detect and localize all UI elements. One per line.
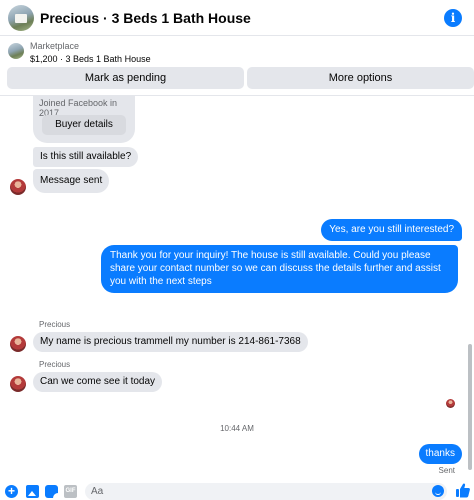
thread-scrollbar[interactable]: [468, 344, 472, 470]
buyer-profile-card: Joined Facebook in 2017 Buyer details: [33, 96, 135, 143]
sender-name: Precious: [39, 360, 71, 369]
photo-icon[interactable]: [26, 485, 39, 498]
message-bubble-incoming: My name is precious trammell my number i…: [33, 332, 308, 352]
sender-name: Precious: [39, 320, 71, 329]
mark-as-pending-button[interactable]: Mark as pending: [7, 67, 244, 89]
sent-status: Sent: [438, 466, 455, 475]
listing-avatar[interactable]: [8, 4, 34, 31]
message-bubble-incoming: Can we come see it today: [33, 372, 163, 392]
message-bubble-incoming: Message sent: [33, 169, 110, 193]
listing-thumbnail: [8, 43, 24, 59]
emoji-icon[interactable]: [432, 485, 444, 497]
info-icon[interactable]: i: [444, 9, 462, 27]
more-options-button[interactable]: More options: [247, 67, 474, 89]
listing-price-title: $1,200 · 3 Beds 1 Bath House: [30, 54, 151, 64]
message-bubble-outgoing: thanks: [418, 444, 462, 464]
sticker-icon[interactable]: [45, 485, 58, 498]
buyer-details-button[interactable]: Buyer details: [42, 115, 126, 135]
gif-icon[interactable]: GIF: [64, 485, 77, 498]
marketplace-label: Marketplace: [30, 41, 80, 51]
listing-actions: Mark as pending More options: [7, 67, 474, 89]
message-thread[interactable]: Joined Facebook in 2017 Buyer details Is…: [0, 96, 474, 480]
chat-header: Precious · 3 Beds 1 Bath House i: [0, 0, 474, 36]
message-bubble-outgoing: Yes, are you still interested?: [321, 219, 462, 241]
sender-avatar[interactable]: [10, 179, 26, 195]
thumbs-up-icon[interactable]: [456, 483, 470, 498]
sender-avatar[interactable]: [10, 376, 26, 392]
message-timestamp: 10:44 AM: [220, 424, 254, 433]
message-bubble-incoming: Is this still available?: [33, 147, 139, 167]
message-input-placeholder: Aa: [91, 486, 104, 497]
message-bubble-outgoing: Thank you for your inquiry! The house is…: [101, 245, 458, 293]
message-composer: + GIF Aa: [0, 480, 474, 500]
marketplace-listing[interactable]: Marketplace $1,200 · 3 Beds 1 Bath House: [0, 37, 474, 65]
sender-avatar[interactable]: [10, 336, 26, 352]
chat-title[interactable]: Precious · 3 Beds 1 Bath House: [40, 10, 251, 26]
plus-icon[interactable]: +: [5, 485, 18, 498]
message-input[interactable]: Aa: [85, 483, 447, 500]
seen-by-avatar: [446, 399, 455, 408]
